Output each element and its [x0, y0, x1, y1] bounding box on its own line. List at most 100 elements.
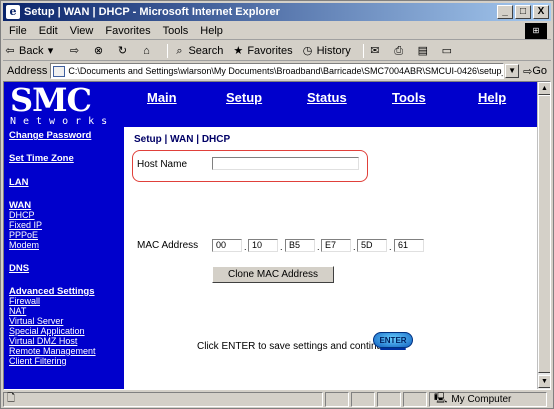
scroll-thumb[interactable]	[538, 95, 550, 373]
sidebar-item-client-filtering[interactable]: Client Filtering	[9, 356, 67, 366]
page-done-icon: 🗋	[7, 393, 16, 404]
menu-bar: File Edit View Favorites Tools Help ⊞	[3, 22, 551, 40]
sidebar-item-change-password[interactable]: Change Password	[9, 130, 91, 141]
close-button[interactable]: X	[533, 5, 549, 19]
forward-arrow-icon: ⇨	[69, 44, 80, 57]
mac-separator: .	[244, 242, 247, 252]
mac-address-label: MAC Address	[137, 240, 199, 251]
nav-main[interactable]: Main	[147, 90, 177, 105]
discuss-button[interactable]: ▭	[440, 44, 456, 58]
minimize-button[interactable]: _	[497, 5, 513, 19]
logo-sub: Networks	[10, 116, 115, 127]
menu-tools[interactable]: Tools	[163, 25, 189, 37]
zone-label: My Computer	[451, 394, 512, 405]
mac-separator: .	[280, 242, 283, 252]
smc-logo: SMC Networks	[10, 84, 114, 127]
sidebar-item-virtual-server[interactable]: Virtual Server	[9, 316, 63, 326]
sidebar-item-nat[interactable]: NAT	[9, 306, 26, 316]
status-bar: 🗋 🖳 My Computer	[3, 391, 551, 408]
address-input[interactable]: C:\Documents and Settings\wlarson\My Doc…	[50, 63, 505, 79]
print-icon: ⎙	[394, 44, 404, 57]
menu-edit[interactable]: Edit	[39, 25, 58, 37]
sidebar-item-modem[interactable]: Modem	[9, 240, 39, 250]
mac-octet-5-input[interactable]: 5D	[357, 239, 387, 252]
dropdown-icon: ▾	[47, 44, 54, 57]
security-zone: 🖳 My Computer	[429, 392, 547, 407]
toolbar-divider	[167, 43, 169, 58]
page-viewport: SMC Networks Main Setup Status Tools Hel…	[3, 81, 551, 390]
menu-view[interactable]: View	[70, 25, 94, 37]
home-icon: ⌂	[143, 44, 150, 57]
toolbar-divider	[362, 43, 364, 58]
print-button[interactable]: ⎙	[392, 44, 408, 58]
refresh-button[interactable]: ↻	[115, 44, 131, 58]
enter-instructions: Click ENTER to save settings and continu…	[197, 341, 391, 352]
mac-octet-2-input[interactable]: 10	[248, 239, 278, 252]
title-bar: e Setup | WAN | DHCP - Microsoft Interne…	[3, 3, 551, 21]
home-button[interactable]: ⌂	[139, 44, 155, 58]
menu-file[interactable]: File	[9, 25, 27, 37]
address-url: C:\Documents and Settings\wlarson\My Doc…	[68, 66, 503, 76]
search-button[interactable]: ⌕ Search	[172, 44, 223, 58]
forward-button[interactable]: ⇨	[67, 44, 83, 58]
maximize-button[interactable]: □	[515, 5, 531, 19]
sidebar-item-dns[interactable]: DNS	[9, 263, 29, 274]
back-label: Back	[19, 44, 44, 57]
sidebar-item-remote-management[interactable]: Remote Management	[9, 346, 96, 356]
enter-button[interactable]: ENTER	[373, 332, 413, 350]
status-cell	[403, 392, 427, 407]
host-name-input[interactable]	[212, 157, 359, 170]
status-cell	[377, 392, 401, 407]
sidebar-item-firewall[interactable]: Firewall	[9, 296, 40, 306]
search-label: Search	[188, 44, 224, 57]
favorites-label: Favorites	[247, 44, 293, 57]
page-icon	[53, 65, 66, 77]
go-label: Go	[532, 65, 547, 77]
address-label: Address	[7, 65, 48, 77]
nav-tools[interactable]: Tools	[392, 90, 426, 105]
mac-separator: .	[389, 242, 392, 252]
nav-setup[interactable]: Setup	[226, 90, 262, 105]
favorites-icon: ★	[233, 44, 244, 57]
sidebar-item-lan[interactable]: LAN	[9, 177, 29, 188]
sidebar-item-virtual-dmz-host[interactable]: Virtual DMZ Host	[9, 336, 77, 346]
address-dropdown-button[interactable]: ▼	[505, 64, 520, 78]
favorites-button[interactable]: ★ Favorites	[231, 44, 292, 58]
nav-status[interactable]: Status	[307, 90, 347, 105]
logo-brand: SMC	[10, 81, 92, 119]
sidebar-item-special-application[interactable]: Special Application	[9, 326, 85, 336]
mail-icon: ✉	[370, 44, 380, 57]
back-button[interactable]: ⇦ Back ▾	[3, 44, 59, 58]
sidebar-item-pppoe[interactable]: PPPoE	[9, 230, 38, 240]
menu-help[interactable]: Help	[200, 25, 223, 37]
mac-octet-1-input[interactable]: 00	[212, 239, 242, 252]
history-button[interactable]: ◷ History	[301, 44, 351, 58]
sidebar-item-dhcp[interactable]: DHCP	[9, 210, 35, 220]
sidebar-item-set-time-zone[interactable]: Set Time Zone	[9, 153, 74, 164]
computer-icon: 🖳	[434, 393, 448, 404]
edit-icon: ▤	[417, 44, 429, 57]
mac-separator: .	[317, 242, 320, 252]
host-name-label: Host Name	[137, 159, 188, 170]
go-button[interactable]: ⇨ Go	[523, 65, 547, 78]
mac-octet-3-input[interactable]: B5	[285, 239, 315, 252]
go-arrow-icon: ⇨	[523, 65, 533, 78]
vertical-scrollbar[interactable]: ▲ ▼	[537, 82, 550, 389]
search-icon: ⌕	[176, 44, 183, 57]
back-arrow-icon: ⇦	[5, 44, 15, 57]
stop-button[interactable]: ⊗	[91, 44, 107, 58]
sidebar-item-fixed-ip[interactable]: Fixed IP	[9, 220, 42, 230]
mail-button[interactable]: ✉	[368, 44, 384, 58]
edit-button[interactable]: ▤	[416, 44, 432, 58]
scroll-up-icon[interactable]: ▲	[538, 82, 550, 95]
address-bar: Address C:\Documents and Settings\wlarso…	[3, 62, 551, 80]
nav-help[interactable]: Help	[478, 90, 506, 105]
scroll-down-icon[interactable]: ▼	[538, 375, 550, 388]
window-title: Setup | WAN | DHCP - Microsoft Internet …	[24, 6, 280, 18]
menu-favorites[interactable]: Favorites	[105, 25, 150, 37]
discuss-icon: ▭	[441, 44, 453, 57]
clone-mac-address-button[interactable]: Clone MAC Address	[212, 266, 334, 283]
status-cell	[325, 392, 349, 407]
mac-octet-4-input[interactable]: E7	[321, 239, 351, 252]
mac-octet-6-input[interactable]: 61	[394, 239, 424, 252]
